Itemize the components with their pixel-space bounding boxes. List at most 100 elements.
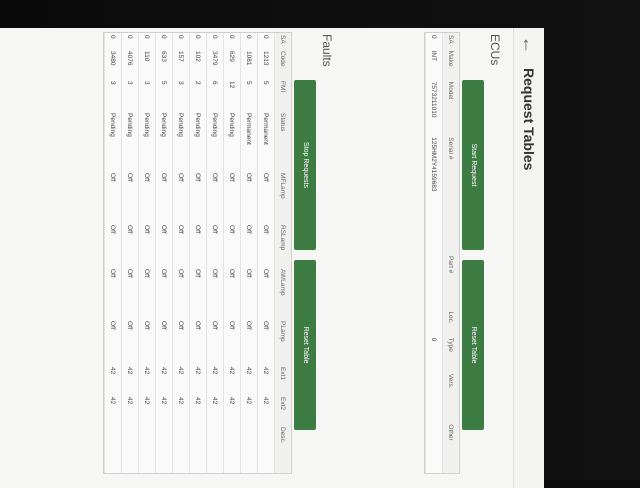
fault-cell: 42 bbox=[143, 367, 151, 375]
fault-cell: Off bbox=[177, 269, 185, 278]
fault-cell: Pending bbox=[177, 113, 185, 137]
ecu-column-header: Make bbox=[447, 50, 455, 67]
fault-cell: 42 bbox=[228, 397, 236, 405]
faults-table: SA Code FMI Status MFLamp RSLamp AWLamp PLamp Ex… bbox=[103, 32, 292, 474]
ecu-header-row: SA Make Model Serial # Part # Loc. Type Vers. Ot… bbox=[442, 33, 459, 473]
fault-column-header: Ext1 bbox=[279, 367, 287, 381]
fault-table-row[interactable]: 0 102 2 Pending Off Off Off Off 42 42 bbox=[189, 33, 206, 473]
fault-cell: 42 bbox=[126, 397, 134, 405]
fault-cell: Off bbox=[262, 225, 270, 234]
fault-cell: 5 bbox=[245, 81, 253, 85]
ecu-cell: 7573211010 bbox=[430, 81, 438, 118]
reset-faults-table-button[interactable]: Reset Table bbox=[294, 260, 316, 430]
fault-cell: 0 bbox=[211, 35, 219, 39]
fault-cell: 42 bbox=[262, 367, 270, 375]
fault-cell: 3 bbox=[109, 81, 117, 85]
fault-cell: Pending bbox=[194, 113, 202, 137]
fault-cell: 633 bbox=[160, 51, 168, 62]
app-screen: ← Request Tables ECUs Start Request Rese… bbox=[0, 28, 544, 488]
fault-cell: Off bbox=[228, 225, 236, 234]
fault-cell: 42 bbox=[228, 367, 236, 375]
fault-column-header: Desc. bbox=[279, 427, 287, 444]
fault-cell: Pending bbox=[143, 113, 151, 137]
fault-table-row[interactable]: 0 110 3 Pending Off Off Off Off 42 42 bbox=[138, 33, 155, 473]
fault-table-row[interactable]: 0 1213 5 Permanent Off Off Off Off 42 42 bbox=[257, 33, 274, 473]
fault-cell: 0 bbox=[194, 35, 202, 39]
fault-table-row[interactable]: 0 633 5 Pending Off Off Off Off 42 42 bbox=[155, 33, 172, 473]
fault-column-header: FMI bbox=[279, 81, 287, 93]
fault-cell: Off bbox=[143, 269, 151, 278]
fault-column-header: Status bbox=[279, 113, 287, 132]
ecus-section-title: ECUs bbox=[488, 34, 502, 66]
fault-cell: 0 bbox=[109, 35, 117, 39]
fault-cell: Off bbox=[126, 225, 134, 234]
fault-cell: Off bbox=[228, 269, 236, 278]
page-title: Request Tables bbox=[521, 68, 537, 171]
fault-cell: 102 bbox=[194, 51, 202, 62]
fault-cell: Off bbox=[143, 173, 151, 182]
fault-cell: 1081 bbox=[245, 51, 253, 66]
arrow-left-icon[interactable]: ← bbox=[519, 36, 539, 56]
fault-cell: Off bbox=[194, 321, 202, 330]
fault-cell: 42 bbox=[245, 367, 253, 375]
fault-cell: Off bbox=[245, 225, 253, 234]
fault-column-header: SA bbox=[279, 35, 287, 44]
fault-cell: 42 bbox=[126, 367, 134, 375]
fault-column-header: MFLamp bbox=[279, 173, 287, 199]
fault-cell: Off bbox=[211, 321, 219, 330]
fault-cell: Off bbox=[177, 321, 185, 330]
fault-cell: Off bbox=[211, 173, 219, 182]
fault-cell: Off bbox=[126, 269, 134, 278]
fault-cell: Off bbox=[143, 321, 151, 330]
fault-cell: Off bbox=[109, 269, 117, 278]
fault-table-row[interactable]: 0 4076 3 Pending Off Off Off Off 42 42 bbox=[121, 33, 138, 473]
ecu-table-row[interactable]: 0 INT 7573211010 125HM2Y4159683 0 bbox=[425, 33, 442, 473]
fault-cell: Off bbox=[262, 269, 270, 278]
ecu-column-header: Serial # bbox=[447, 137, 455, 160]
fault-cell: 5 bbox=[262, 81, 270, 85]
fault-cell: Pending bbox=[228, 113, 236, 137]
ecu-column-header: SA bbox=[447, 35, 455, 44]
fault-cell: 0 bbox=[160, 35, 168, 39]
start-request-button[interactable]: Start Request bbox=[462, 80, 484, 250]
fault-cell: 6 bbox=[211, 81, 219, 85]
fault-cell: Off bbox=[245, 321, 253, 330]
fault-table-row[interactable]: 0 3479 6 Pending Off Off Off Off 42 42 bbox=[206, 33, 223, 473]
fault-cell: Off bbox=[177, 225, 185, 234]
fault-cell: 42 bbox=[177, 367, 185, 375]
ecu-column-header: Part # bbox=[447, 255, 455, 274]
fault-cell: 42 bbox=[109, 397, 117, 405]
reset-ecu-table-button[interactable]: Reset Table bbox=[462, 260, 484, 430]
fault-cell: Pending bbox=[109, 113, 117, 137]
fault-cell: 2 bbox=[194, 81, 202, 85]
fault-cell: 5 bbox=[160, 81, 168, 85]
fault-cell: Off bbox=[109, 225, 117, 234]
fault-cell: 42 bbox=[160, 367, 168, 375]
fault-cell: Off bbox=[211, 269, 219, 278]
fault-column-header: Ext2 bbox=[279, 397, 287, 411]
ecu-column-header: Other bbox=[447, 424, 455, 441]
stop-requests-button[interactable]: Stop Requests bbox=[294, 80, 316, 250]
fault-cell: 3 bbox=[143, 81, 151, 85]
fault-cell: Off bbox=[160, 225, 168, 234]
fault-cell: Off bbox=[245, 173, 253, 182]
fault-cell: 4076 bbox=[126, 51, 134, 66]
fault-cell: Off bbox=[109, 173, 117, 182]
ecu-column-header: Loc. bbox=[447, 311, 455, 324]
fault-cell: Pending bbox=[211, 113, 219, 137]
fault-cell: Off bbox=[177, 173, 185, 182]
fault-table-row[interactable]: 0 629 12 Pending Off Off Off Off 42 42 bbox=[223, 33, 240, 473]
fault-table-row[interactable]: 0 3480 3 Pending Off Off Off Off 42 42 bbox=[104, 33, 121, 473]
fault-cell: Off bbox=[262, 321, 270, 330]
fault-cell: Permanent bbox=[262, 113, 270, 145]
fault-table-row[interactable]: 0 1081 5 Permanent Off Off Off Off 42 42 bbox=[240, 33, 257, 473]
fault-table-row[interactable]: 0 157 3 Pending Off Off Off Off 42 42 bbox=[172, 33, 189, 473]
fault-cell: 3 bbox=[126, 81, 134, 85]
ecus-table: SA Make Model Serial # Part # Loc. Type Vers. Ot… bbox=[424, 32, 460, 474]
fault-cell: Off bbox=[194, 225, 202, 234]
fault-cell: 0 bbox=[177, 35, 185, 39]
ecu-cell: 125HM2Y4159683 bbox=[430, 137, 438, 192]
fault-cell: Pending bbox=[126, 113, 134, 137]
fault-cell: Off bbox=[211, 225, 219, 234]
fault-cell: 0 bbox=[228, 35, 236, 39]
